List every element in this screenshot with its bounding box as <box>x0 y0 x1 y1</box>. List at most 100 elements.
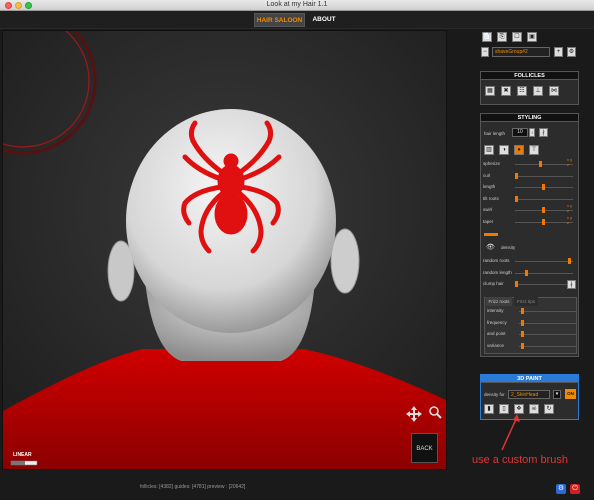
tab-about[interactable]: ABOUT <box>308 13 340 27</box>
slider-lower-2[interactable]: clump hair <box>483 280 575 290</box>
follicles-grid-icon[interactable]: ▦ <box>485 86 495 96</box>
clump-comb-icon[interactable]: ∤ <box>567 280 576 289</box>
slider-frizz-1[interactable]: frequency <box>487 319 579 329</box>
style-brush-icon[interactable]: ▥ <box>484 145 494 155</box>
slider-style-0[interactable]: spherize x y z <box>483 157 575 170</box>
slider-knob[interactable] <box>541 218 545 225</box>
slider-label: spherize <box>483 161 501 166</box>
copy-icon[interactable]: ⎘ <box>497 32 507 42</box>
slider-frizz-2[interactable]: and point <box>487 330 579 340</box>
slider-track[interactable] <box>519 345 577 347</box>
slider-knob[interactable] <box>541 184 545 190</box>
slider-knob[interactable] <box>541 207 545 213</box>
paint-on-toggle[interactable]: ON <box>565 389 576 399</box>
power-icon[interactable]: ⏻ <box>570 484 580 494</box>
slider-knob[interactable] <box>520 319 524 326</box>
add-group-button[interactable]: + <box>554 47 563 57</box>
eye-icon[interactable]: 👁 <box>486 243 495 251</box>
slider-knob[interactable] <box>538 161 542 167</box>
slider-track[interactable] <box>519 322 577 324</box>
density-label: density <box>501 245 516 250</box>
slider-knob[interactable] <box>515 281 518 287</box>
slider-track[interactable] <box>519 311 577 312</box>
settings-gear-icon[interactable]: ⚙ <box>556 484 566 494</box>
linear-label: LINEAR <box>13 452 32 458</box>
window-titlebar: Look at my Hair 1.1 <box>0 0 594 11</box>
follicles-clear-icon[interactable]: ✖ <box>501 86 511 96</box>
group-dropdown[interactable]: shaveGroup#2 <box>492 47 550 57</box>
slider-label: swirl <box>483 207 492 212</box>
follicles-split-icon[interactable]: ⋈ <box>549 86 559 96</box>
slider-style-2[interactable]: length <box>483 183 575 193</box>
back-button[interactable]: BACK <box>411 433 438 463</box>
style-active-icon[interactable]: ● <box>514 145 524 155</box>
remove-group-button[interactable]: − <box>481 47 489 57</box>
3d-viewport[interactable]: LINEAR BACK <box>2 30 447 470</box>
slider-style-3[interactable]: tilt roots <box>483 195 575 205</box>
linear-bar <box>10 460 38 466</box>
window-title: Look at my Hair 1.1 <box>266 1 328 8</box>
paint-surface-dropdown[interactable]: 2_SkinHead <box>508 390 550 399</box>
slider-label: clump hair <box>483 281 504 286</box>
style-pin-icon[interactable]: ⊤ <box>529 145 539 155</box>
paint-dropdown-toggle-icon[interactable]: ▾ <box>553 390 561 399</box>
styling-title: STYLING <box>481 114 578 122</box>
slider-track[interactable] <box>519 334 577 335</box>
right-ear <box>330 228 360 294</box>
paint-surface-value: 2_SkinHead <box>511 392 539 398</box>
tab-frizz-roots[interactable]: Frizz roots <box>486 297 512 306</box>
slider-label: taper <box>483 218 494 224</box>
follicles-guides-icon[interactable]: ☷ <box>517 86 527 96</box>
group-settings-gear-icon[interactable]: ⚙ <box>567 47 576 57</box>
slider-knob[interactable] <box>515 172 518 179</box>
new-document-icon[interactable]: ☐ <box>512 32 522 42</box>
tab-hair-saloon[interactable]: HAIR SALOON <box>254 13 305 27</box>
status-bar: follicles: [4382] guides: [4781] preview… <box>0 478 594 500</box>
annotation-arrow <box>501 414 520 451</box>
open-file-icon[interactable]: 📄 <box>482 32 492 42</box>
axis-mark: x y z <box>567 157 573 167</box>
slider-track[interactable] <box>515 284 573 285</box>
slider-label: and point <box>487 331 506 336</box>
slider-style-5[interactable]: taper x y z <box>483 214 575 228</box>
slider-knob[interactable] <box>525 269 529 276</box>
comb-icon[interactable]: ∤ <box>539 128 548 137</box>
follicles-pin-icon[interactable]: ⊥ <box>533 86 543 96</box>
hair-length-stepper[interactable]: ↕ <box>529 128 535 137</box>
slider-style-1[interactable]: curl <box>483 172 575 182</box>
slider-track[interactable] <box>515 164 573 165</box>
follicles-title: FOLLICLES <box>481 72 578 80</box>
density-color-strip <box>484 233 498 236</box>
density-for-label: density for <box>484 392 505 397</box>
style-mask-icon[interactable]: ◑ <box>499 145 509 155</box>
custom-brush-icon[interactable]: ☠ <box>529 404 539 414</box>
slider-track[interactable] <box>515 198 573 200</box>
slider-knob[interactable] <box>568 258 572 264</box>
slider-style-4[interactable]: swirl x y z <box>483 203 575 216</box>
slider-label: frequency <box>487 319 507 325</box>
slider-label: intensity <box>487 308 504 313</box>
tab-bar: HAIR SALOON ABOUT <box>0 11 594 29</box>
slider-lower-0[interactable]: random roots <box>483 257 575 267</box>
paint-reset-icon[interactable]: ↻ <box>544 404 554 414</box>
slider-knob[interactable] <box>520 342 524 349</box>
axis-mark: x y z <box>567 214 573 225</box>
slider-track[interactable] <box>515 261 573 262</box>
paint-title: 3D PAINT <box>481 375 578 383</box>
slider-frizz-0[interactable]: intensity <box>487 307 579 317</box>
3d-scene <box>3 31 446 469</box>
slider-frizz-3[interactable]: variance <box>487 342 579 352</box>
slider-label: tilt roots <box>483 195 499 201</box>
slider-track[interactable] <box>515 175 573 177</box>
save-icon[interactable]: ▣ <box>527 32 537 42</box>
slider-knob[interactable] <box>520 331 524 337</box>
tab-frizz-tips[interactable]: Frizz tips <box>514 297 538 306</box>
slider-label: random length <box>483 269 512 275</box>
slider-knob[interactable] <box>520 308 524 314</box>
slider-label: length <box>483 184 496 189</box>
slider-track[interactable] <box>515 272 573 274</box>
group-dropdown-value: shaveGroup#2 <box>495 49 528 55</box>
slider-knob[interactable] <box>515 195 518 202</box>
slider-lower-1[interactable]: random length <box>483 269 575 279</box>
hair-length-input[interactable]: 10 <box>512 128 528 137</box>
